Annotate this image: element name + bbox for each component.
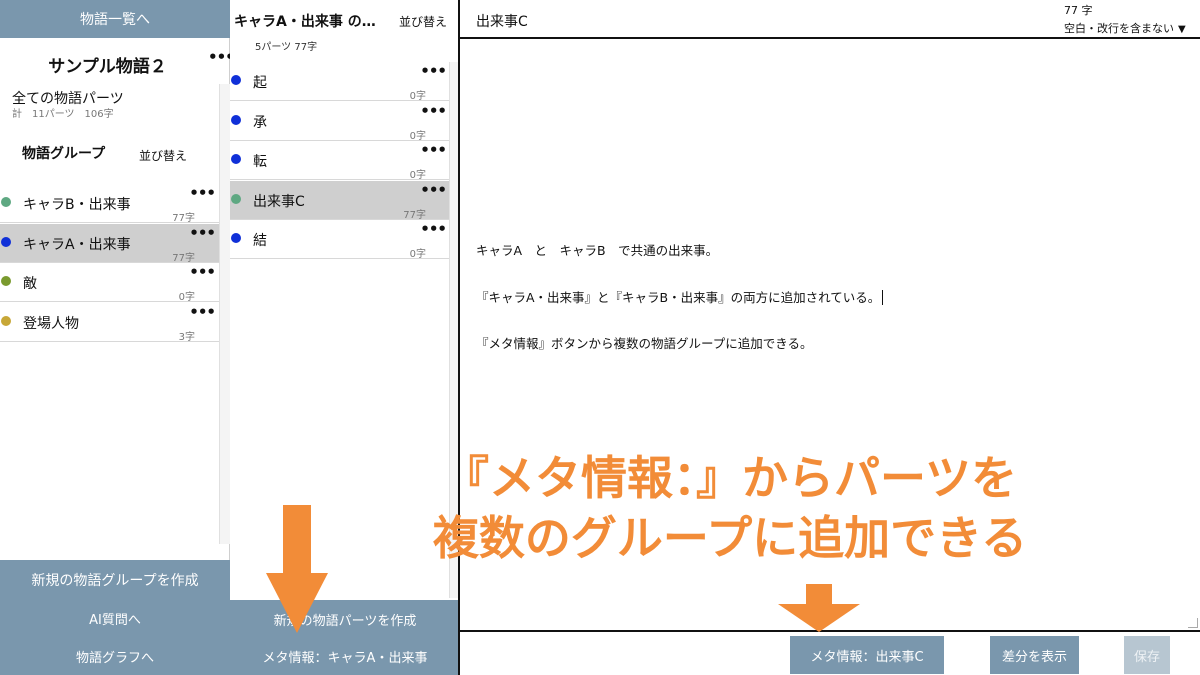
story-list-button[interactable]: 物語一覧へ [0, 0, 230, 38]
groups-scrollbar[interactable] [219, 84, 230, 544]
group-row-label: キャラB・出来事 [23, 197, 131, 213]
groups-sort-button[interactable]: 並び替え [139, 147, 187, 164]
story-parts-pane: キャラA・出来事 の… 並び替え 5パーツ 77字 起 0字 ••• 承 0字 ••• 転 0… [230, 0, 460, 675]
color-dot-icon [231, 193, 241, 204]
parts-sort-button[interactable]: 並び替え [399, 13, 447, 30]
triangle-down-icon: ▼ [1178, 24, 1186, 35]
part-row-label: 結 [253, 233, 267, 249]
parts-count: 5パーツ 77字 [255, 42, 318, 53]
group-row[interactable]: キャラA・出来事 77字 ••• [0, 223, 219, 264]
part-row[interactable]: 結 0字 ••• [230, 220, 449, 260]
color-dot-icon [231, 75, 241, 85]
part-row-label: 出来事C [253, 193, 305, 210]
count-mode-label: 空白・改行を含まない [1064, 22, 1174, 35]
ai-question-button[interactable]: AI質問へ [0, 600, 230, 637]
group-row[interactable]: 登場人物 3字 ••• [0, 303, 219, 343]
left-footer: 新規の物語グループを作成 AI質問へ 物語グラフへ [0, 560, 230, 675]
part-row-count: 0字 [409, 91, 426, 102]
part-row-label: 起 [253, 75, 267, 91]
color-dot-icon [1, 315, 11, 326]
more-icon[interactable]: ••• [189, 225, 216, 240]
char-count: 77 字 [1064, 4, 1093, 17]
more-icon[interactable]: ••• [420, 182, 447, 197]
more-icon[interactable]: ••• [420, 222, 447, 237]
text-caret [882, 290, 884, 305]
count-mode-select[interactable]: 空白・改行を含まない ▼ [1064, 20, 1186, 36]
part-name: 出来事C [476, 14, 528, 30]
part-row-label: 転 [253, 154, 267, 170]
color-dot-icon [1, 197, 11, 207]
show-diff-button[interactable]: 差分を表示 [990, 636, 1079, 674]
editor-paragraph: キャラA と キャラB で共通の出来事。 [476, 243, 719, 258]
all-parts-count: 計 11パーツ 106字 [12, 109, 114, 120]
part-row[interactable]: 出来事C 77字 ••• [230, 180, 449, 221]
color-dot-icon [231, 233, 241, 243]
part-row[interactable]: 起 0字 ••• [230, 62, 449, 102]
part-row[interactable]: 転 0字 ••• [230, 141, 449, 181]
part-row[interactable]: 承 0字 ••• [230, 102, 449, 142]
part-row-label: 承 [253, 114, 267, 131]
more-icon[interactable]: ••• [420, 143, 447, 158]
text-editor[interactable]: キャラA と キャラB で共通の出来事。 『キャラA・出来事』と『キャラB・出来… [460, 39, 1200, 630]
story-groups-pane: 物語一覧へ サンプル物語２ ••• 全ての物語パーツ 計 11パーツ 106字 … [0, 0, 235, 675]
new-part-button[interactable]: 新規の物語パーツを作成 [230, 600, 460, 638]
part-meta-button[interactable]: メタ情報：出来事C [790, 636, 944, 674]
footer-divider [460, 630, 1200, 632]
part-row-count: 77字 [403, 209, 426, 221]
more-icon[interactable]: ••• [420, 103, 447, 118]
editor-pane: 出来事C 77 字 空白・改行を含まない ▼ キャラA と キャラB で共通の出来… [460, 0, 1200, 675]
color-dot-icon [1, 236, 11, 247]
group-title: キャラA・出来事 の… [234, 14, 376, 30]
more-icon[interactable]: ••• [189, 304, 216, 319]
story-graph-button[interactable]: 物語グラフへ [0, 637, 230, 675]
story-title: サンプル物語２ [48, 57, 167, 77]
group-row-label: キャラA・出来事 [23, 236, 131, 253]
more-icon[interactable]: ••• [420, 64, 447, 79]
group-row-count: 77字 [172, 252, 195, 264]
parts-scrollbar[interactable] [449, 62, 458, 598]
group-row[interactable]: 敵 0字 ••• [0, 263, 219, 303]
group-row-label: 敵 [23, 276, 37, 292]
editor-paragraph: 『キャラA・出来事』と『キャラB・出来事』の両方に追加されている。 [476, 287, 884, 306]
part-row-count: 0字 [409, 249, 426, 260]
group-row-count: 77字 [172, 213, 195, 224]
more-icon[interactable]: ••• [189, 186, 216, 201]
group-row-count: 3字 [178, 331, 195, 343]
group-row[interactable]: キャラB・出来事 77字 ••• [0, 184, 219, 224]
save-button[interactable]: 保存 [1124, 636, 1170, 674]
color-dot-icon [231, 154, 241, 164]
color-dot-icon [1, 276, 11, 286]
groups-heading: 物語グループ [22, 146, 106, 162]
group-row-label: 登場人物 [23, 315, 79, 332]
middle-footer: 新規の物語パーツを作成 メタ情報：キャラA・出来事 [230, 600, 460, 675]
editor-paragraph: 『メタ情報』ボタンから複数の物語グループに追加できる。 [476, 336, 813, 351]
group-row-count: 0字 [178, 292, 195, 303]
part-row-count: 0字 [409, 130, 426, 142]
resize-grip-icon[interactable] [1188, 618, 1198, 628]
new-group-button[interactable]: 新規の物語グループを作成 [0, 560, 230, 600]
color-dot-icon [231, 114, 241, 125]
part-row-count: 0字 [409, 170, 426, 181]
more-icon[interactable]: ••• [189, 265, 216, 280]
group-meta-button[interactable]: メタ情報：キャラA・出来事 [230, 638, 460, 675]
